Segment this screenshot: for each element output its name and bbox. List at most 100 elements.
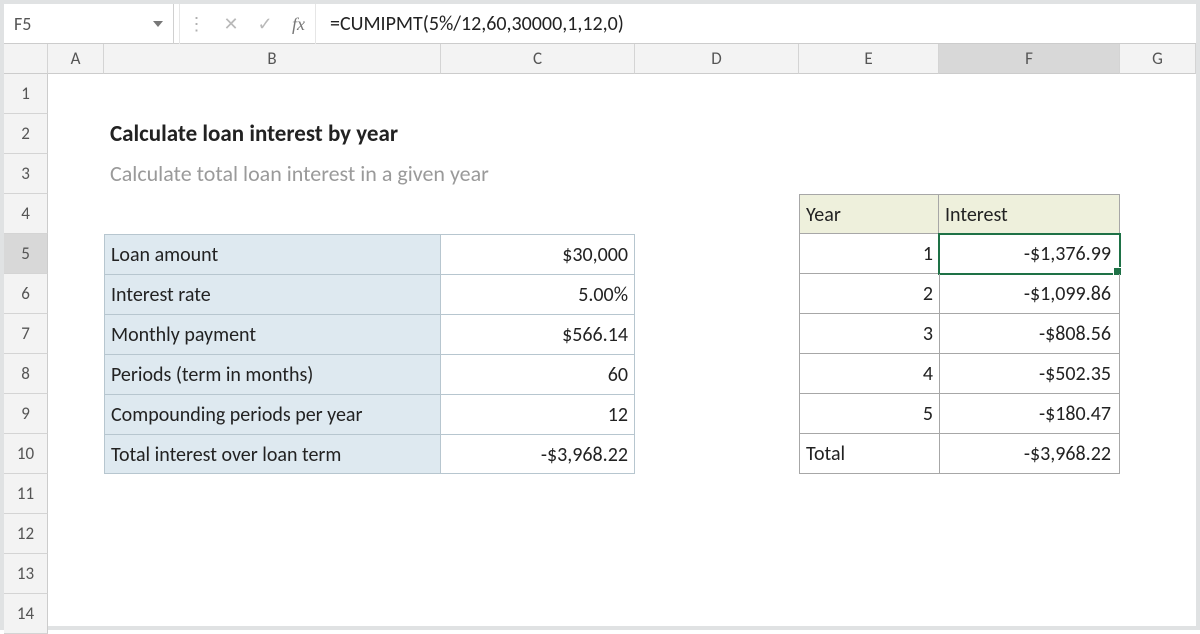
cell-D3[interactable] [635, 154, 799, 194]
cell-B13[interactable] [104, 554, 441, 594]
cell-A6[interactable] [48, 274, 104, 314]
cell-E2[interactable] [799, 114, 939, 154]
cell-G8[interactable] [1120, 354, 1196, 394]
cell-D6[interactable] [635, 274, 799, 314]
interest-1[interactable]: -$1,376.99 [939, 234, 1120, 274]
page-subtitle[interactable]: Calculate total loan interest in a given… [104, 154, 441, 194]
loan-label-5[interactable]: Total interest over loan term [104, 434, 441, 474]
cell-D4[interactable] [635, 194, 799, 234]
year-table-header-interest[interactable]: Interest [939, 194, 1120, 234]
col-header-B[interactable]: B [104, 44, 441, 74]
select-all-corner[interactable] [4, 44, 48, 74]
cell-A5[interactable] [48, 234, 104, 274]
cell-F3[interactable] [939, 154, 1120, 194]
row-header-1[interactable]: 1 [4, 74, 48, 114]
cell-D13[interactable] [635, 554, 799, 594]
cell-E13[interactable] [799, 554, 939, 594]
interest-3[interactable]: -$808.56 [939, 314, 1120, 354]
name-box[interactable]: F5 [4, 4, 174, 44]
col-header-F[interactable]: F [939, 44, 1120, 74]
cell-D9[interactable] [635, 394, 799, 434]
cell-A7[interactable] [48, 314, 104, 354]
cell-A4[interactable] [48, 194, 104, 234]
row-header-14[interactable]: 14 [4, 594, 48, 634]
cell-D5[interactable] [635, 234, 799, 274]
year-total-label[interactable]: Total [799, 434, 939, 474]
loan-value-1[interactable]: 5.00% [441, 274, 635, 314]
row-header-10[interactable]: 10 [4, 434, 48, 474]
cell-G11[interactable] [1120, 474, 1196, 514]
row-header-8[interactable]: 8 [4, 354, 48, 394]
cell-C4[interactable] [441, 194, 635, 234]
row-header-4[interactable]: 4 [4, 194, 48, 234]
cell-A2[interactable] [48, 114, 104, 154]
row-header-11[interactable]: 11 [4, 474, 48, 514]
cell-D2[interactable] [635, 114, 799, 154]
row-header-9[interactable]: 9 [4, 394, 48, 434]
cell-A8[interactable] [48, 354, 104, 394]
enter-icon[interactable] [248, 4, 282, 44]
cell-D11[interactable] [635, 474, 799, 514]
cell-E11[interactable] [799, 474, 939, 514]
loan-value-4[interactable]: 12 [441, 394, 635, 434]
year-total-value[interactable]: -$3,968.22 [939, 434, 1120, 474]
row-header-12[interactable]: 12 [4, 514, 48, 554]
cell-E12[interactable] [799, 514, 939, 554]
cell-G5[interactable] [1120, 234, 1196, 274]
cell-D12[interactable] [635, 514, 799, 554]
cell-D7[interactable] [635, 314, 799, 354]
page-title[interactable]: Calculate loan interest by year [104, 114, 441, 154]
year-3[interactable]: 3 [799, 314, 939, 354]
loan-label-3[interactable]: Periods (term in months) [104, 354, 441, 394]
loan-value-5[interactable]: -$3,968.22 [441, 434, 635, 474]
cell-G9[interactable] [1120, 394, 1196, 434]
cell-G7[interactable] [1120, 314, 1196, 354]
cell-C2[interactable] [441, 114, 635, 154]
cell-C11[interactable] [441, 474, 635, 514]
row-header-3[interactable]: 3 [4, 154, 48, 194]
cell-G4[interactable] [1120, 194, 1196, 234]
cell-G2[interactable] [1120, 114, 1196, 154]
cell-D8[interactable] [635, 354, 799, 394]
formula-bar-expand-icon[interactable]: ⋮ [180, 4, 214, 44]
cell-G6[interactable] [1120, 274, 1196, 314]
cell-C13[interactable] [441, 554, 635, 594]
col-header-E[interactable]: E [799, 44, 939, 74]
interest-2[interactable]: -$1,099.86 [939, 274, 1120, 314]
cell-E3[interactable] [799, 154, 939, 194]
cell-B14[interactable] [104, 594, 441, 634]
year-table-header-year[interactable]: Year [799, 194, 939, 234]
cell-F11[interactable] [939, 474, 1120, 514]
row-header-13[interactable]: 13 [4, 554, 48, 594]
cell-F2[interactable] [939, 114, 1120, 154]
fx-icon[interactable]: fx [282, 4, 316, 44]
cell-A9[interactable] [48, 394, 104, 434]
year-5[interactable]: 5 [799, 394, 939, 434]
cell-A11[interactable] [48, 474, 104, 514]
cell-A13[interactable] [48, 554, 104, 594]
cell-G10[interactable] [1120, 434, 1196, 474]
loan-label-2[interactable]: Monthly payment [104, 314, 441, 354]
cell-B4[interactable] [104, 194, 441, 234]
cell-G14[interactable] [1120, 594, 1196, 634]
formula-input[interactable]: =CUMIPMT(5%/12,60,30000,1,12,0) [316, 4, 1196, 44]
row-header-5[interactable]: 5 [4, 234, 48, 274]
cell-E14[interactable] [799, 594, 939, 634]
cell-D14[interactable] [635, 594, 799, 634]
cell-F14[interactable] [939, 594, 1120, 634]
loan-value-3[interactable]: 60 [441, 354, 635, 394]
cell-G1[interactable] [1120, 74, 1196, 114]
loan-label-0[interactable]: Loan amount [104, 234, 441, 274]
loan-label-1[interactable]: Interest rate [104, 274, 441, 314]
loan-label-4[interactable]: Compounding periods per year [104, 394, 441, 434]
cell-E1[interactable] [799, 74, 939, 114]
col-header-C[interactable]: C [441, 44, 635, 74]
cell-A12[interactable] [48, 514, 104, 554]
year-4[interactable]: 4 [799, 354, 939, 394]
cell-A3[interactable] [48, 154, 104, 194]
cell-G13[interactable] [1120, 554, 1196, 594]
cell-B12[interactable] [104, 514, 441, 554]
cell-F12[interactable] [939, 514, 1120, 554]
cell-D1[interactable] [635, 74, 799, 114]
row-header-6[interactable]: 6 [4, 274, 48, 314]
